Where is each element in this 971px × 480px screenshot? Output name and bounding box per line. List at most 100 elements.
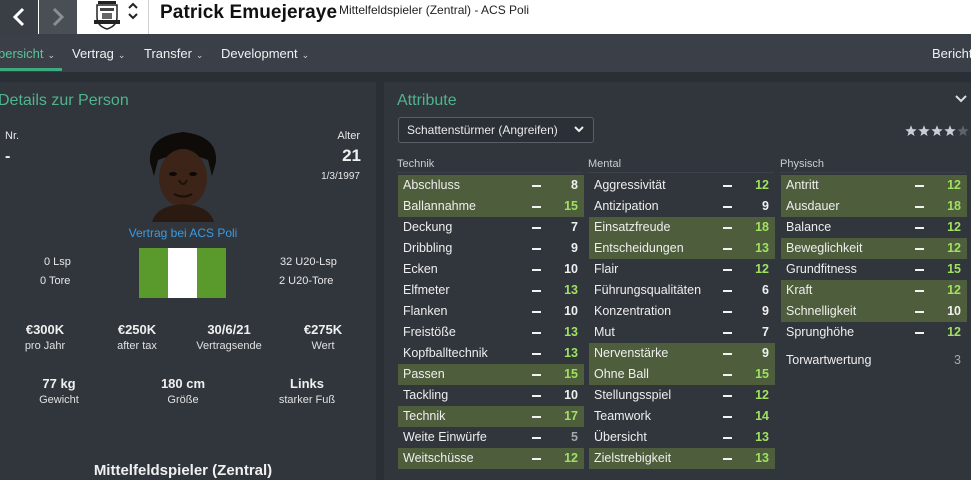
attribute-value: 14: [755, 409, 769, 423]
attribute-row[interactable]: Tackling 10: [398, 385, 584, 406]
attribute-value: 12: [755, 178, 769, 192]
attribute-value: 6: [762, 283, 769, 297]
height-stat: 180 cm Größe: [138, 376, 228, 406]
role-select[interactable]: Schattenstürmer (Angreifen): [398, 117, 594, 143]
stat-label: Größe: [167, 394, 199, 406]
attribute-value: 13: [755, 430, 769, 444]
attribute-row[interactable]: Flanken 10: [398, 301, 584, 322]
after-tax-stat: €250K after tax: [92, 322, 182, 352]
attribute-row[interactable]: Kopfballtechnik 13: [398, 343, 584, 364]
chevron-up-down-icon[interactable]: [127, 0, 139, 34]
attribute-row[interactable]: Flair 12: [589, 259, 775, 280]
attribute-row[interactable]: Stellungsspiel 12: [589, 385, 775, 406]
tab-reports[interactable]: Bericht: [932, 34, 971, 72]
attribute-value: 10: [564, 262, 578, 276]
trend-dash-icon: [723, 374, 732, 376]
attribute-row[interactable]: Ohne Ball 15: [589, 364, 775, 385]
attribute-row[interactable]: Ballannahme 15: [398, 196, 584, 217]
attribute-name: Führungsqualitäten: [594, 283, 702, 297]
salary-stat: €300K pro Jahr: [0, 322, 90, 352]
tab-overview[interactable]: bersicht ⌄: [0, 34, 55, 72]
attribute-row[interactable]: Schnelligkeit 10: [781, 301, 967, 322]
tab-contract[interactable]: Vertrag ⌄: [72, 34, 125, 72]
tab-label: Transfer: [144, 46, 192, 61]
attribute-row[interactable]: Abschluss 8: [398, 175, 584, 196]
nationality-flag[interactable]: [139, 248, 226, 298]
chevron-down-icon: ⌄: [47, 50, 56, 60]
attribute-row[interactable]: Ausdauer 18: [781, 196, 967, 217]
trend-dash-icon: [532, 248, 541, 250]
contract-club-link[interactable]: Vertrag bei ACS Poli: [0, 226, 366, 240]
forward-button[interactable]: [39, 0, 77, 34]
star-filled-icon: [905, 125, 917, 137]
player-name: Patrick Emuejeraye: [160, 2, 338, 23]
player-subtitle: Mittelfeldspieler (Zentral) - ACS Poli: [339, 3, 530, 17]
attribute-row[interactable]: Antizipation 9: [589, 196, 775, 217]
attribute-value: 12: [947, 220, 961, 234]
attribute-name: Grundfitness: [786, 262, 857, 276]
attribute-value: 12: [947, 283, 961, 297]
trend-dash-icon: [723, 437, 732, 439]
attribute-value: 9: [571, 241, 578, 255]
attribute-row[interactable]: Weite Einwürfe 5: [398, 427, 584, 448]
trend-dash-icon: [915, 332, 924, 334]
trend-dash-icon: [723, 332, 732, 334]
attribute-row[interactable]: Einsatzfreude 18: [589, 217, 775, 238]
trend-dash-icon: [723, 458, 732, 460]
attribute-row[interactable]: Übersicht 13: [589, 427, 775, 448]
goalkeeper-rating-row[interactable]: Torwartwertung 3: [781, 350, 967, 371]
stat-label: pro Jahr: [24, 340, 66, 352]
attribute-row[interactable]: Beweglichkeit 12: [781, 238, 967, 259]
attribute-row[interactable]: Führungsqualitäten 6: [589, 280, 775, 301]
tab-transfer[interactable]: Transfer ⌄: [144, 34, 203, 72]
attribute-row[interactable]: Antritt 12: [781, 175, 967, 196]
attribute-row[interactable]: Passen 15: [398, 364, 584, 385]
player-photo[interactable]: [146, 130, 220, 222]
trend-dash-icon: [532, 269, 541, 271]
trend-dash-icon: [723, 185, 732, 187]
trend-dash-icon: [532, 353, 541, 355]
panel-title: Attribute: [397, 92, 457, 109]
attribute-row[interactable]: Nervenstärke 9: [589, 343, 775, 364]
tab-development[interactable]: Development ⌄: [221, 34, 309, 72]
stat-value: €275K: [303, 322, 343, 337]
trend-dash-icon: [915, 290, 924, 292]
attribute-name: Zielstrebigkeit: [594, 451, 672, 465]
role-select-value: Schattenstürmer (Angreifen): [407, 123, 558, 137]
stat-value: €300K: [25, 322, 65, 337]
attribute-row[interactable]: Deckung 7: [398, 217, 584, 238]
attribute-value: 12: [755, 262, 769, 276]
back-button[interactable]: [0, 0, 38, 34]
attribute-name: Übersicht: [594, 430, 647, 444]
trend-dash-icon: [532, 332, 541, 334]
attribute-name: Beweglichkeit: [786, 241, 863, 255]
attribute-name: Stellungsspiel: [594, 388, 672, 402]
attribute-row[interactable]: Mut 7: [589, 322, 775, 343]
attribute-value: 7: [571, 220, 578, 234]
attribute-row[interactable]: Balance 12: [781, 217, 967, 238]
attribute-value: 13: [564, 283, 578, 297]
attribute-row[interactable]: Aggressivität 12: [589, 175, 775, 196]
attribute-row[interactable]: Ecken 10: [398, 259, 584, 280]
attribute-value: 13: [564, 346, 578, 360]
attribute-row[interactable]: Dribbling 9: [398, 238, 584, 259]
attribute-row[interactable]: Entscheidungen 13: [589, 238, 775, 259]
attribute-row[interactable]: Elfmeter 13: [398, 280, 584, 301]
attribute-row[interactable]: Grundfitness 15: [781, 259, 967, 280]
attribute-row[interactable]: Teamwork 14: [589, 406, 775, 427]
attribute-row[interactable]: Konzentration 9: [589, 301, 775, 322]
attribute-name: Freistöße: [403, 325, 456, 339]
attribute-row[interactable]: Weitschüsse 12: [398, 448, 584, 469]
attribute-value: 13: [564, 325, 578, 339]
stat-label: after tax: [117, 340, 157, 352]
chevron-down-icon[interactable]: [954, 92, 968, 106]
attribute-row[interactable]: Technik 17: [398, 406, 584, 427]
chevron-down-icon: [574, 126, 584, 133]
club-crest-icon[interactable]: [90, 0, 124, 30]
attribute-row[interactable]: Sprunghöhe 12: [781, 322, 967, 343]
attribute-row[interactable]: Zielstrebigkeit 13: [589, 448, 775, 469]
attribute-row[interactable]: Freistöße 13: [398, 322, 584, 343]
attribute-row[interactable]: Kraft 12: [781, 280, 967, 301]
attribute-name: Weitschüsse: [403, 451, 474, 465]
attribute-name: Balance: [786, 220, 832, 234]
